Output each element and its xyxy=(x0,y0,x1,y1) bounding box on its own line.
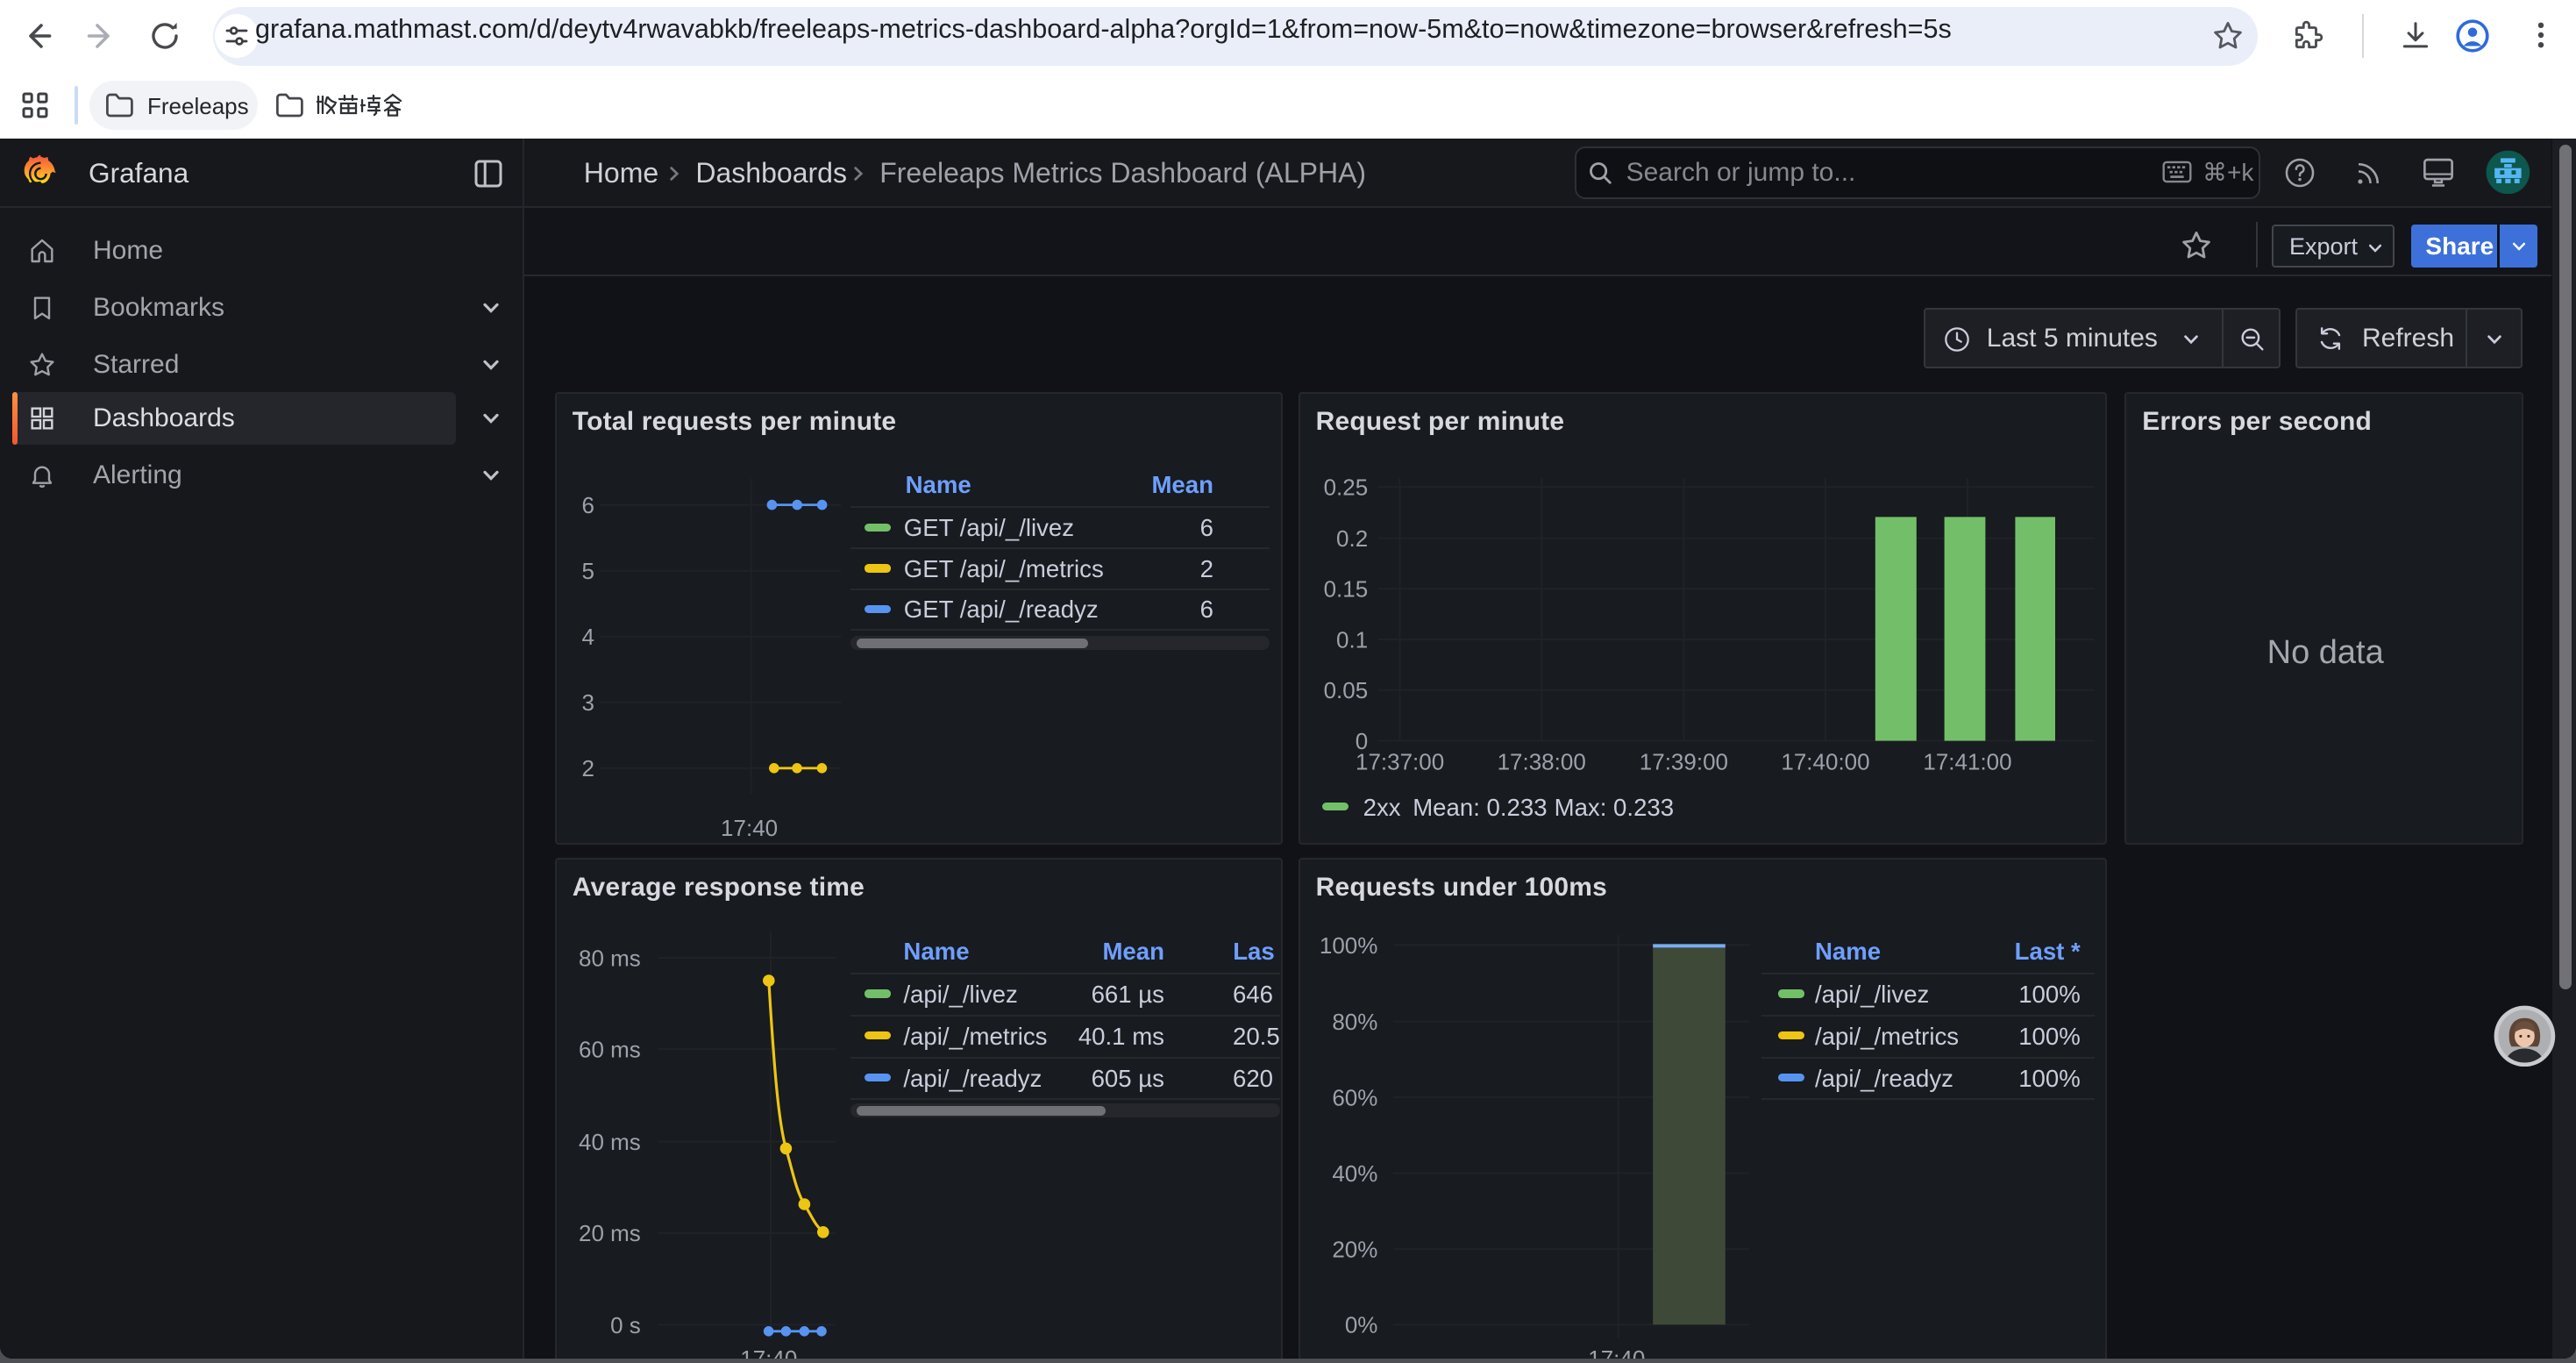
svg-text:2: 2 xyxy=(581,755,594,781)
svg-text:40 ms: 40 ms xyxy=(579,1129,641,1155)
svg-text:0 s: 0 s xyxy=(610,1312,641,1338)
svg-text:40%: 40% xyxy=(1332,1160,1377,1187)
svg-text:4: 4 xyxy=(581,624,594,650)
svg-text:0.15: 0.15 xyxy=(1323,575,1368,602)
svg-text:17:38:00: 17:38:00 xyxy=(1497,748,1585,774)
svg-text:0%: 0% xyxy=(1344,1312,1377,1338)
svg-text:0.1: 0.1 xyxy=(1336,626,1368,653)
svg-text:17:40: 17:40 xyxy=(740,1345,797,1359)
svg-text:3: 3 xyxy=(581,689,594,716)
svg-text:20%: 20% xyxy=(1332,1236,1377,1262)
svg-text:17:37:00: 17:37:00 xyxy=(1356,748,1444,774)
svg-text:0.25: 0.25 xyxy=(1323,474,1368,500)
svg-text:17:40: 17:40 xyxy=(721,815,778,841)
svg-text:0.05: 0.05 xyxy=(1323,677,1368,703)
svg-text:17:40: 17:40 xyxy=(1588,1345,1645,1359)
svg-text:20 ms: 20 ms xyxy=(579,1220,641,1246)
svg-text:17:39:00: 17:39:00 xyxy=(1639,748,1727,774)
svg-text:0.2: 0.2 xyxy=(1336,525,1368,552)
svg-text:17:40:00: 17:40:00 xyxy=(1781,748,1869,774)
svg-text:17:41:00: 17:41:00 xyxy=(1923,748,2011,774)
